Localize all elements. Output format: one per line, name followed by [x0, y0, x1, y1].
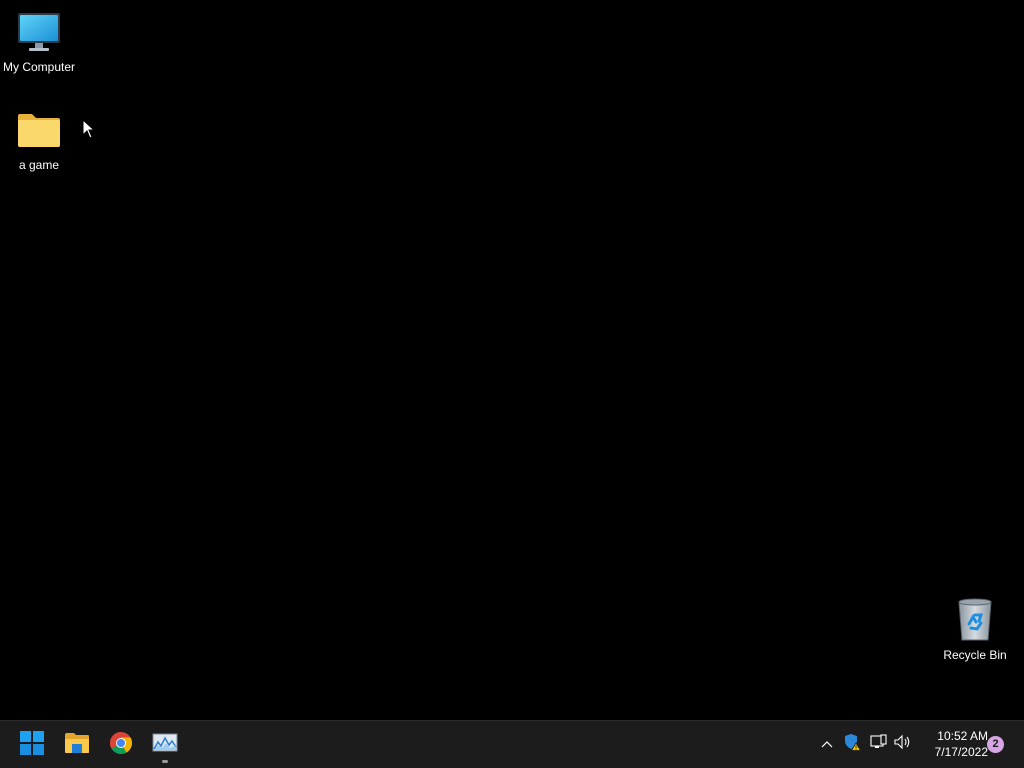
- taskbar-chrome[interactable]: [101, 725, 141, 765]
- taskbar-clock[interactable]: 10:52 AM 7/17/2022: [920, 728, 988, 762]
- chevron-up-icon: [821, 735, 833, 753]
- tray-network[interactable]: [868, 733, 890, 755]
- chrome-icon: [109, 731, 133, 760]
- show-hidden-icons-button[interactable]: [816, 733, 838, 755]
- folder-icon: [15, 106, 63, 154]
- tray-volume[interactable]: [892, 733, 914, 755]
- tray-windows-security[interactable]: [841, 733, 863, 755]
- mouse-cursor-icon: [82, 118, 96, 139]
- volume-icon: [894, 734, 912, 755]
- monitor-icon: [15, 8, 63, 56]
- windows-start-icon: [20, 730, 44, 760]
- taskbar: 10:52 AM 7/17/2022 2: [0, 720, 1024, 768]
- file-explorer-icon: [64, 732, 90, 759]
- recycle-bin-icon: [951, 596, 999, 644]
- desktop-icon-recycle-bin[interactable]: Recycle Bin: [936, 596, 1014, 662]
- desktop-icon-a-game[interactable]: a game: [0, 106, 78, 172]
- network-icon: [870, 733, 888, 755]
- clock-time: 10:52 AM: [937, 729, 988, 743]
- desktop-icon-label: a game: [18, 158, 60, 172]
- resource-monitor-icon: [152, 733, 178, 758]
- desktop-icon-label: Recycle Bin: [943, 648, 1007, 662]
- clock-date: 7/17/2022: [934, 745, 988, 759]
- running-indicator: [162, 760, 168, 763]
- start-button[interactable]: [12, 725, 52, 765]
- desktop-icon-my-computer[interactable]: My Computer: [0, 8, 78, 74]
- taskbar-resource-monitor[interactable]: [145, 725, 185, 765]
- taskbar-file-explorer[interactable]: [57, 725, 97, 765]
- desktop-icon-label: My Computer: [2, 60, 76, 74]
- notification-center-badge[interactable]: 2: [987, 736, 1004, 753]
- security-warning-icon: [843, 733, 862, 756]
- desktop: My Computer a game Recycle Bin: [0, 0, 1024, 720]
